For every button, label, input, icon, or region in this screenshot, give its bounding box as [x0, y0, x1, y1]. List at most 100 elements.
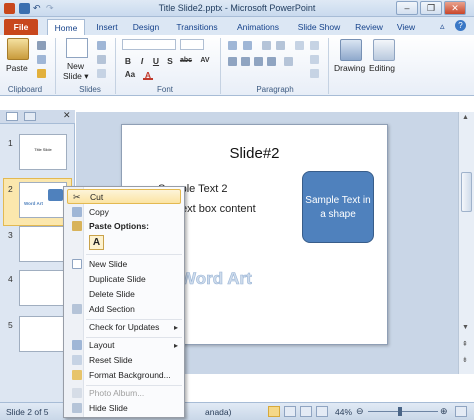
- scroll-up-icon[interactable]: ▲: [462, 114, 469, 121]
- tab-slide-show[interactable]: Slide Show: [295, 19, 343, 35]
- bold-button[interactable]: B: [123, 56, 133, 66]
- slide-show-view-icon[interactable]: [316, 406, 328, 417]
- menu-separator: [86, 254, 182, 255]
- zoom-slider-thumb[interactable]: [398, 407, 402, 416]
- copy-icon[interactable]: [37, 55, 46, 64]
- menu-item-reset-slide[interactable]: Reset Slide: [67, 353, 181, 368]
- smartart-icon[interactable]: [310, 69, 319, 78]
- copy-icon: [72, 207, 82, 217]
- slide-thumbnail-3[interactable]: [19, 226, 67, 262]
- menu-item-hide-slide[interactable]: Hide Slide: [67, 401, 181, 416]
- tab-design[interactable]: Design: [129, 19, 163, 35]
- tab-animations[interactable]: Animations: [233, 19, 283, 35]
- tab-insert[interactable]: Insert: [92, 19, 122, 35]
- tab-review[interactable]: Review: [353, 19, 385, 35]
- cut-icon[interactable]: [37, 41, 46, 50]
- menu-label: Check for Updates: [89, 322, 160, 332]
- normal-view-icon[interactable]: [268, 406, 280, 417]
- character-spacing-button[interactable]: AV: [198, 56, 212, 66]
- menu-item-cut[interactable]: ✂ Cut: [67, 189, 181, 204]
- rounded-rectangle-shape[interactable]: Sample Text in a shape: [302, 171, 374, 243]
- font-color-button[interactable]: A: [143, 70, 153, 80]
- fit-to-window-icon[interactable]: [455, 406, 467, 417]
- reset-icon[interactable]: [97, 55, 106, 64]
- layout-icon: [72, 340, 82, 350]
- slide-thumbnail-2[interactable]: Word Art: [19, 182, 67, 218]
- menu-item-copy[interactable]: Copy: [67, 205, 181, 220]
- justify-icon[interactable]: [267, 57, 276, 66]
- underline-button[interactable]: U: [151, 56, 161, 66]
- italic-button[interactable]: I: [137, 56, 147, 66]
- menu-item-check-for-updates[interactable]: Check for Updates ▸: [67, 320, 181, 335]
- outline-tab-icon[interactable]: [24, 112, 36, 121]
- text-direction-icon[interactable]: [310, 41, 319, 50]
- menu-item-delete-slide[interactable]: Delete Slide: [67, 287, 181, 302]
- close-button[interactable]: ✕: [444, 1, 466, 15]
- slide-sorter-view-icon[interactable]: [284, 406, 296, 417]
- decrease-indent-icon[interactable]: [262, 41, 271, 50]
- new-slide-icon[interactable]: [66, 38, 88, 58]
- slide-title[interactable]: Slide#2: [122, 145, 387, 162]
- slides-tab-icon[interactable]: [6, 112, 18, 121]
- font-size-box[interactable]: [180, 39, 204, 50]
- previous-slide-icon[interactable]: ⇞: [462, 340, 468, 348]
- new-slide-label[interactable]: New: [67, 61, 84, 71]
- next-slide-icon[interactable]: ⇟: [462, 356, 468, 364]
- format-painter-icon[interactable]: [37, 69, 46, 78]
- increase-indent-icon[interactable]: [276, 41, 285, 50]
- slide-thumbnail-4[interactable]: [19, 270, 67, 306]
- menu-item-add-section[interactable]: Add Section: [67, 302, 181, 317]
- editing-label[interactable]: Editing: [369, 63, 395, 73]
- slide-thumbnail-1[interactable]: Title Slide: [19, 134, 67, 170]
- menu-item-duplicate-slide[interactable]: Duplicate Slide: [67, 272, 181, 287]
- columns-icon[interactable]: [284, 57, 293, 66]
- scroll-down-icon[interactable]: ▼: [462, 324, 469, 331]
- drawing-icon[interactable]: [340, 39, 362, 61]
- separator: [220, 38, 221, 94]
- menu-label: Reset Slide: [89, 355, 133, 365]
- vertical-scrollbar[interactable]: ▲ ▼ ⇞ ⇟: [458, 112, 474, 374]
- minimize-ribbon-icon[interactable]: ▵: [440, 21, 445, 32]
- tab-home[interactable]: Home: [47, 19, 85, 35]
- section-icon[interactable]: [97, 69, 106, 78]
- minimize-button[interactable]: –: [396, 1, 418, 15]
- maximize-button[interactable]: ❐: [420, 1, 442, 15]
- zoom-out-icon[interactable]: ⊖: [356, 406, 364, 417]
- slide-thumbnail-5[interactable]: [19, 316, 67, 352]
- align-text-icon[interactable]: [310, 55, 319, 64]
- align-left-icon[interactable]: [228, 57, 237, 66]
- zoom-level[interactable]: 44%: [335, 407, 352, 417]
- close-panel-icon[interactable]: ✕: [63, 110, 71, 121]
- thumbnail-text: Word Art: [24, 201, 43, 206]
- slide-bullet-2[interactable]: text box content: [178, 203, 256, 215]
- numbering-icon[interactable]: [243, 41, 252, 50]
- menu-item-format-background[interactable]: Format Background...: [67, 368, 181, 383]
- align-center-icon[interactable]: [241, 57, 250, 66]
- menu-item-layout[interactable]: Layout ▸: [67, 338, 181, 353]
- change-case-button[interactable]: Aa: [123, 70, 137, 80]
- paste-icon[interactable]: [7, 38, 29, 60]
- bullets-icon[interactable]: [228, 41, 237, 50]
- tab-file[interactable]: File: [4, 19, 38, 35]
- reading-view-icon[interactable]: [300, 406, 312, 417]
- zoom-in-icon[interactable]: ⊕: [440, 406, 448, 417]
- align-right-icon[interactable]: [254, 57, 263, 66]
- scroll-thumb[interactable]: [461, 172, 472, 212]
- shadow-button[interactable]: S: [165, 56, 175, 66]
- layout-icon[interactable]: [97, 41, 106, 50]
- zoom-slider-track[interactable]: [368, 411, 438, 412]
- tab-view[interactable]: View: [393, 19, 419, 35]
- paste-label[interactable]: Paste: [6, 63, 28, 73]
- help-icon[interactable]: ?: [455, 20, 466, 31]
- menu-item-new-slide[interactable]: New Slide: [67, 257, 181, 272]
- strikethrough-button[interactable]: abc: [178, 56, 194, 66]
- line-spacing-icon[interactable]: [295, 41, 304, 50]
- find-binoculars-icon[interactable]: [373, 39, 395, 61]
- tab-transitions[interactable]: Transitions: [172, 19, 222, 35]
- language-indicator[interactable]: anada): [205, 407, 231, 417]
- paste-keep-text-icon[interactable]: A: [89, 235, 104, 250]
- new-slide-label-2[interactable]: Slide ▾: [63, 71, 89, 82]
- word-art-text[interactable]: Word Art: [180, 269, 252, 289]
- drawing-label[interactable]: Drawing: [334, 63, 365, 73]
- font-name-box[interactable]: [122, 39, 176, 50]
